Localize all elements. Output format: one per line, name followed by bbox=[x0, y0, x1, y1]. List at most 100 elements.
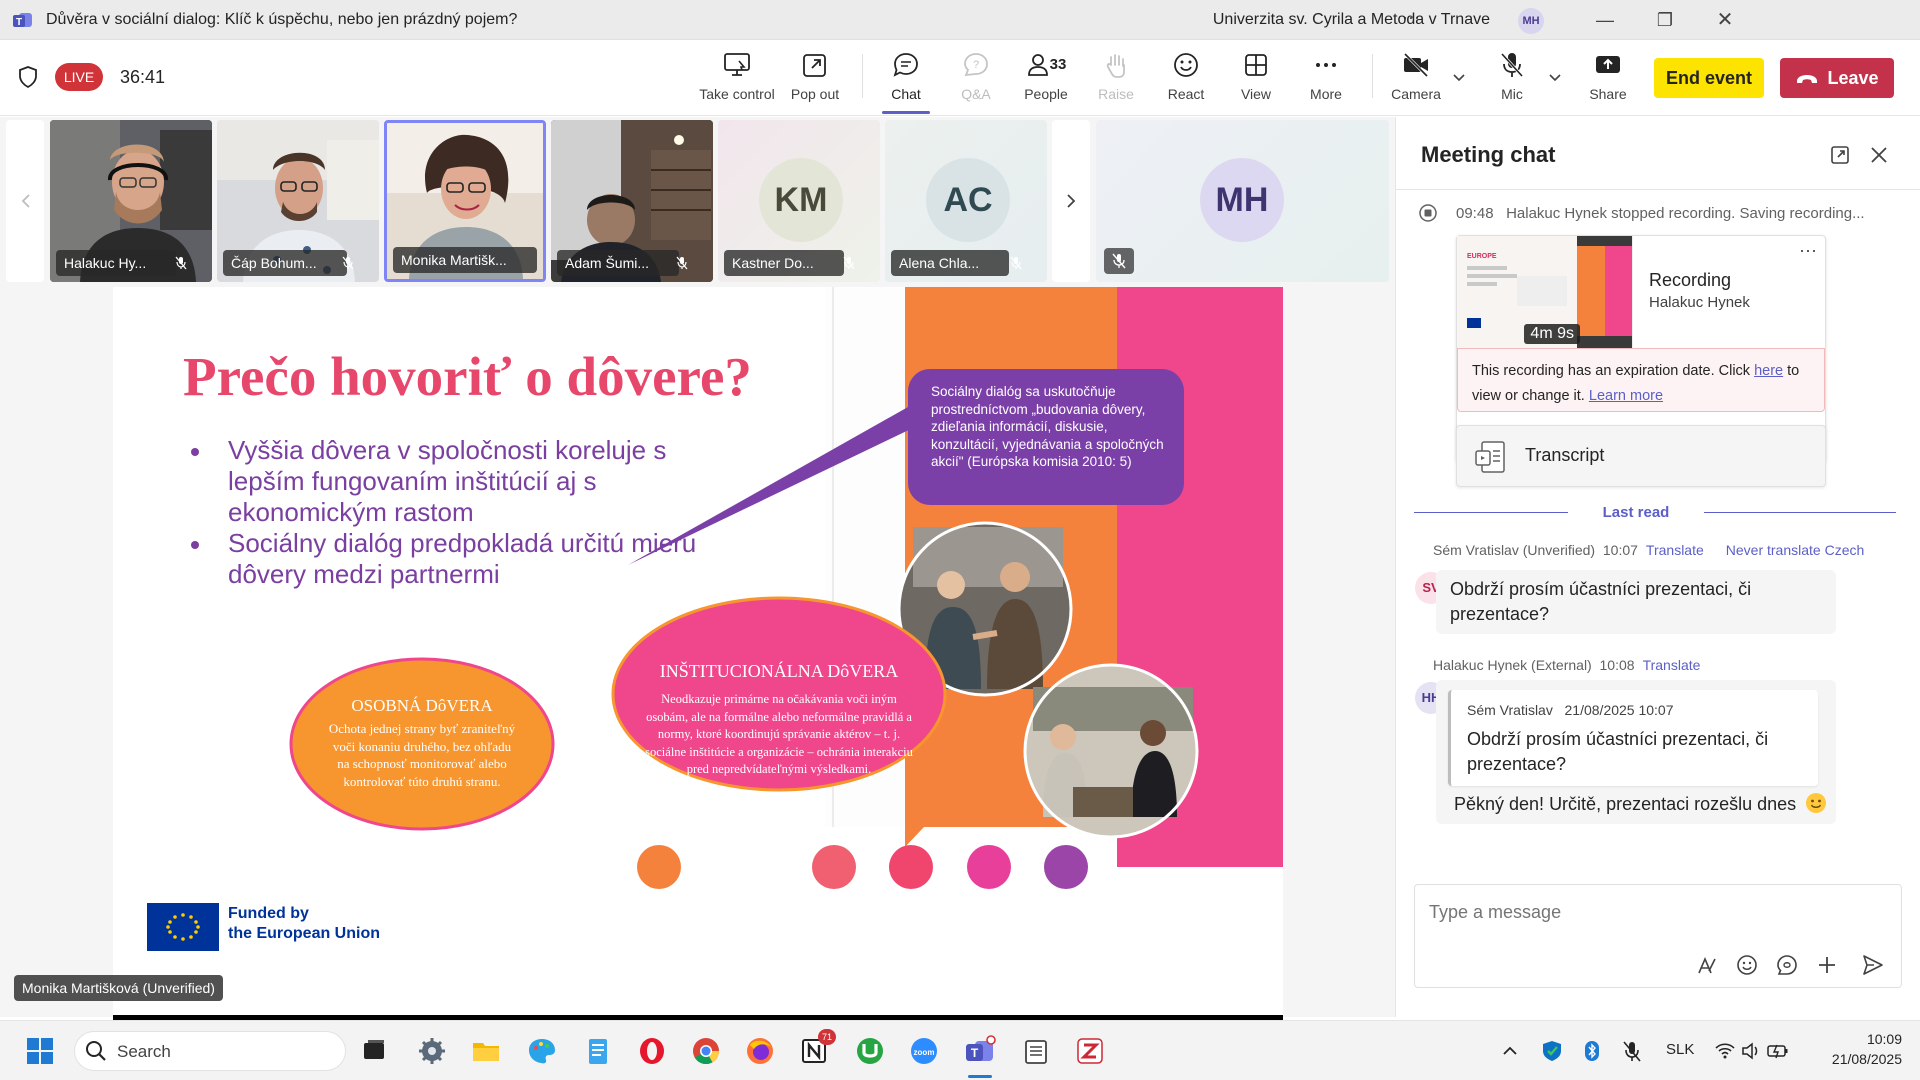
organization-name[interactable]: Univerzita sv. Cyrila a Metoda v Trnave bbox=[1213, 11, 1490, 29]
meeting-timer: 36:41 bbox=[120, 67, 166, 87]
eu-funding-line2: the European Union bbox=[228, 925, 380, 942]
phone-hangup-icon bbox=[1797, 75, 1818, 84]
file-explorer-icon[interactable] bbox=[470, 1035, 502, 1067]
never-translate-link[interactable]: Never translate Czech bbox=[1726, 542, 1865, 558]
chat-message[interactable]: Sém Vratislav 21/08/2025 10:07 Obdrží pr… bbox=[1436, 680, 1836, 824]
windows-taskbar: Search 71 zoom T SLK 10:09 21/08/2025 bbox=[0, 1020, 1920, 1080]
participant-initials: AC bbox=[926, 158, 1010, 242]
pop-out-icon bbox=[800, 50, 830, 80]
personal-trust-text: Ochota jednej strany byť zraniteľný voči… bbox=[328, 721, 516, 789]
more-button[interactable]: More bbox=[1284, 50, 1368, 110]
people-icon: 33 bbox=[1022, 50, 1070, 80]
participant-initials: KM bbox=[759, 158, 843, 242]
quote-text: Sociálny dialóg sa uskutočňuje prostredn… bbox=[931, 384, 1164, 469]
svg-text:T: T bbox=[971, 1046, 979, 1060]
chrome-icon[interactable] bbox=[690, 1035, 722, 1067]
message-composer bbox=[1414, 884, 1902, 988]
chat-message[interactable]: Obdrží prosím účastníci prezentaci, či p… bbox=[1436, 570, 1836, 634]
send-icon[interactable] bbox=[1861, 953, 1885, 977]
add-icon[interactable] bbox=[1815, 953, 1839, 977]
mic-muted-icon bbox=[842, 256, 856, 270]
notification-badge: 71 bbox=[818, 1029, 836, 1045]
participant-tile[interactable]: Halakuc Hy... bbox=[50, 120, 212, 282]
close-icon[interactable]: ✕ bbox=[1710, 8, 1740, 32]
tray-chevron-up-icon[interactable] bbox=[1500, 1035, 1520, 1067]
settings-gear-icon[interactable] bbox=[416, 1035, 448, 1067]
transcript-card[interactable]: Transcript bbox=[1456, 425, 1826, 487]
mic-button[interactable]: Mic bbox=[1470, 50, 1554, 110]
format-icon[interactable] bbox=[1695, 953, 1719, 977]
participant-tile[interactable]: Čáp Bohum... bbox=[217, 120, 379, 282]
recording-more-options-icon[interactable]: ··· bbox=[1799, 240, 1817, 261]
user-avatar[interactable]: MH bbox=[1518, 8, 1544, 34]
slide-bullet-2: Sociálny dialóg predpokladá určitú mieru… bbox=[228, 528, 697, 589]
qa-icon: ? bbox=[961, 50, 991, 80]
system-clock[interactable]: 10:09 21/08/2025 bbox=[1812, 1029, 1902, 1069]
title-bar: T Důvěra v sociální dialog: Klíč k úspěc… bbox=[0, 0, 1920, 40]
microphone-muted-tray-icon[interactable] bbox=[1620, 1035, 1644, 1067]
wifi-icon[interactable] bbox=[1714, 1035, 1736, 1067]
mic-muted-icon bbox=[1009, 256, 1023, 270]
minimize-icon[interactable]: — bbox=[1590, 8, 1620, 32]
pop-out-chat-icon[interactable] bbox=[1829, 144, 1851, 166]
mic-off-icon bbox=[1497, 50, 1527, 80]
maximize-icon[interactable]: ❐ bbox=[1650, 8, 1680, 32]
live-badge: LIVE bbox=[55, 63, 103, 91]
close-chat-icon[interactable] bbox=[1868, 144, 1890, 166]
keyboard-language[interactable]: SLK bbox=[1666, 1041, 1694, 1058]
grid-view-icon bbox=[1241, 50, 1271, 80]
take-control-button[interactable]: Take control bbox=[695, 50, 779, 110]
translate-link[interactable]: Translate bbox=[1643, 657, 1701, 673]
mic-muted-icon bbox=[341, 256, 355, 270]
participant-tile[interactable]: KM Kastner Do... bbox=[718, 120, 880, 282]
end-event-button[interactable]: End event bbox=[1654, 58, 1764, 98]
leave-button[interactable]: Leave bbox=[1780, 58, 1894, 98]
utorrent-icon[interactable] bbox=[854, 1035, 886, 1067]
self-view-tile[interactable]: MH bbox=[1096, 120, 1389, 282]
volume-icon[interactable] bbox=[1740, 1035, 1762, 1067]
change-expiration-link[interactable]: here bbox=[1754, 363, 1783, 379]
bluetooth-icon[interactable] bbox=[1580, 1035, 1604, 1067]
expiration-notice: This recording has an expiration date. C… bbox=[1457, 348, 1825, 412]
zotero-icon[interactable] bbox=[1074, 1035, 1106, 1067]
recording-thumbnail[interactable]: EUROPE 4m 9s bbox=[1457, 236, 1633, 348]
share-icon bbox=[1593, 50, 1623, 80]
shield-icon[interactable] bbox=[18, 66, 38, 88]
loop-component-icon[interactable] bbox=[1775, 953, 1799, 977]
notepad-icon[interactable] bbox=[582, 1035, 614, 1067]
notion-icon[interactable]: 71 bbox=[798, 1029, 836, 1067]
opera-icon[interactable] bbox=[636, 1035, 668, 1067]
share-button[interactable]: Share bbox=[1566, 50, 1650, 110]
message-input[interactable] bbox=[1429, 899, 1869, 925]
message-text: Obdrží prosím účastníci prezentaci, či p… bbox=[1450, 579, 1752, 624]
paint-icon[interactable] bbox=[526, 1035, 558, 1067]
battery-icon[interactable] bbox=[1766, 1035, 1790, 1067]
mic-options-chevron-icon[interactable] bbox=[1548, 70, 1562, 84]
emoji-icon[interactable] bbox=[1735, 953, 1759, 977]
gallery-prev-button[interactable] bbox=[6, 120, 44, 282]
recording-duration: 4m 9s bbox=[1524, 324, 1580, 344]
camera-options-chevron-icon[interactable] bbox=[1452, 70, 1466, 84]
meeting-toolbar: LIVE 36:41 Take control Pop out Chat ? Q… bbox=[0, 40, 1920, 116]
gallery-next-button[interactable] bbox=[1052, 120, 1090, 282]
slide-title: Prečo hovoriť o dôvere? bbox=[183, 346, 752, 407]
participant-name: Čáp Bohum... bbox=[223, 250, 347, 276]
learn-more-link[interactable]: Learn more bbox=[1589, 388, 1663, 404]
quoted-message[interactable]: Sém Vratislav 21/08/2025 10:07 Obdrží pr… bbox=[1448, 690, 1818, 786]
participant-tile-active-speaker[interactable]: Monika Martišk... bbox=[384, 120, 546, 282]
security-shield-icon[interactable] bbox=[1540, 1035, 1564, 1067]
camera-button[interactable]: Camera bbox=[1374, 50, 1458, 110]
news-app-icon[interactable] bbox=[1020, 1035, 1052, 1067]
participant-tile[interactable]: Adam Šumi... bbox=[551, 120, 713, 282]
translate-link[interactable]: Translate bbox=[1646, 542, 1704, 558]
taskbar-search[interactable]: Search bbox=[74, 1031, 346, 1071]
personal-trust-title: OSOBNÁ DôVERA bbox=[351, 696, 493, 715]
mic-muted-icon bbox=[675, 256, 689, 270]
windows-start-icon[interactable] bbox=[24, 1035, 56, 1067]
zoom-icon[interactable]: zoom bbox=[908, 1035, 940, 1067]
pop-out-button[interactable]: Pop out bbox=[773, 50, 857, 110]
teams-taskbar-icon[interactable]: T bbox=[964, 1035, 996, 1078]
firefox-icon[interactable] bbox=[744, 1035, 776, 1067]
participant-tile[interactable]: AC Alena Chla... bbox=[885, 120, 1047, 282]
task-view-icon[interactable] bbox=[358, 1035, 390, 1067]
